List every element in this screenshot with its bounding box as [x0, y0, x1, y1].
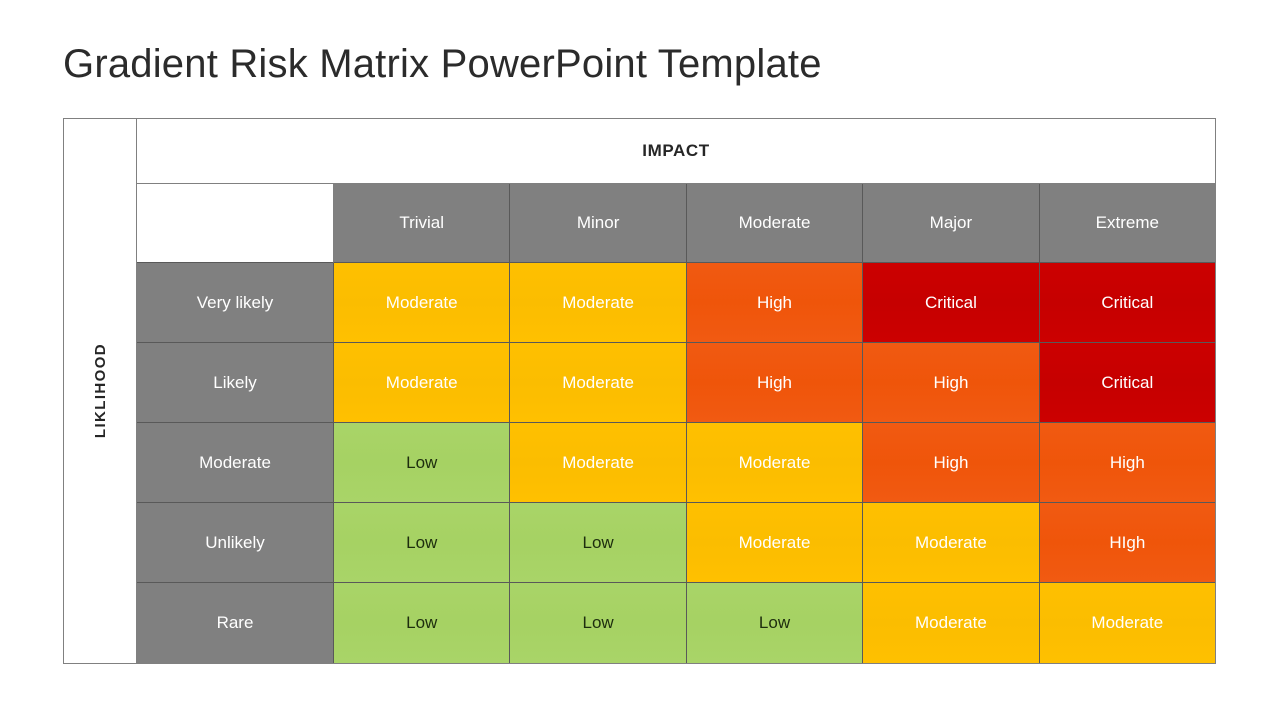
likelihood-axis-label: LIKLIHOOD — [64, 119, 137, 663]
matrix-row-rare: Rare Low Low Low Moderate Moderate — [137, 583, 1216, 663]
risk-cell-likely-moderate[interactable]: High — [686, 343, 864, 423]
risk-cell-likely-minor[interactable]: Moderate — [510, 343, 687, 423]
matrix-row-unlikely: Unlikely Low Low Moderate Moderate HIgh — [137, 503, 1216, 583]
page-title: Gradient Risk Matrix PowerPoint Template — [63, 42, 822, 86]
matrix-corner-cell — [137, 184, 334, 263]
risk-cell-rare-extreme[interactable]: Moderate — [1039, 583, 1216, 663]
impact-header-trivial: Trivial — [334, 184, 511, 263]
risk-cell-very-likely-major[interactable]: Critical — [863, 263, 1040, 343]
risk-cell-moderate-extreme[interactable]: High — [1039, 423, 1216, 503]
risk-matrix-table: LIKLIHOOD IMPACT Trivial Minor Moderate … — [63, 118, 1216, 664]
risk-cell-very-likely-moderate[interactable]: High — [686, 263, 864, 343]
impact-header-minor: Minor — [510, 184, 687, 263]
risk-cell-likely-extreme[interactable]: Critical — [1039, 343, 1216, 423]
likelihood-label-rare: Rare — [137, 583, 334, 663]
risk-cell-moderate-major[interactable]: High — [863, 423, 1040, 503]
risk-cell-rare-moderate[interactable]: Low — [686, 583, 864, 663]
risk-cell-moderate-trivial[interactable]: Low — [334, 423, 511, 503]
risk-cell-very-likely-extreme[interactable]: Critical — [1039, 263, 1216, 343]
risk-cell-very-likely-minor[interactable]: Moderate — [510, 263, 687, 343]
impact-header-row: Trivial Minor Moderate Major Extreme — [137, 184, 1216, 263]
likelihood-label-moderate: Moderate — [137, 423, 334, 503]
matrix-body: IMPACT Trivial Minor Moderate Major Extr… — [137, 119, 1216, 663]
likelihood-label-unlikely: Unlikely — [137, 503, 334, 583]
risk-cell-moderate-minor[interactable]: Moderate — [510, 423, 687, 503]
impact-header-major: Major — [863, 184, 1040, 263]
matrix-row-likely: Likely Moderate Moderate High High Criti… — [137, 343, 1216, 423]
matrix-grid: Trivial Minor Moderate Major Extreme Ver… — [137, 184, 1216, 663]
matrix-row-moderate: Moderate Low Moderate Moderate High High — [137, 423, 1216, 503]
risk-cell-rare-trivial[interactable]: Low — [334, 583, 511, 663]
risk-cell-rare-major[interactable]: Moderate — [863, 583, 1040, 663]
risk-cell-likely-major[interactable]: High — [863, 343, 1040, 423]
likelihood-label-very-likely: Very likely — [137, 263, 334, 343]
risk-cell-unlikely-major[interactable]: Moderate — [863, 503, 1040, 583]
risk-cell-unlikely-moderate[interactable]: Moderate — [686, 503, 864, 583]
risk-cell-moderate-moderate[interactable]: Moderate — [686, 423, 864, 503]
likelihood-label-likely: Likely — [137, 343, 334, 423]
risk-cell-rare-minor[interactable]: Low — [510, 583, 687, 663]
impact-axis-label: IMPACT — [137, 119, 1215, 184]
risk-cell-very-likely-trivial[interactable]: Moderate — [334, 263, 511, 343]
impact-header-moderate: Moderate — [686, 184, 864, 263]
likelihood-axis-text: LIKLIHOOD — [91, 343, 109, 439]
risk-cell-unlikely-trivial[interactable]: Low — [334, 503, 511, 583]
impact-header-extreme: Extreme — [1039, 184, 1216, 263]
risk-cell-unlikely-minor[interactable]: Low — [510, 503, 687, 583]
risk-cell-unlikely-extreme[interactable]: HIgh — [1039, 503, 1216, 583]
risk-cell-likely-trivial[interactable]: Moderate — [334, 343, 511, 423]
matrix-row-very-likely: Very likely Moderate Moderate High Criti… — [137, 263, 1216, 343]
impact-axis-text: IMPACT — [642, 141, 710, 160]
